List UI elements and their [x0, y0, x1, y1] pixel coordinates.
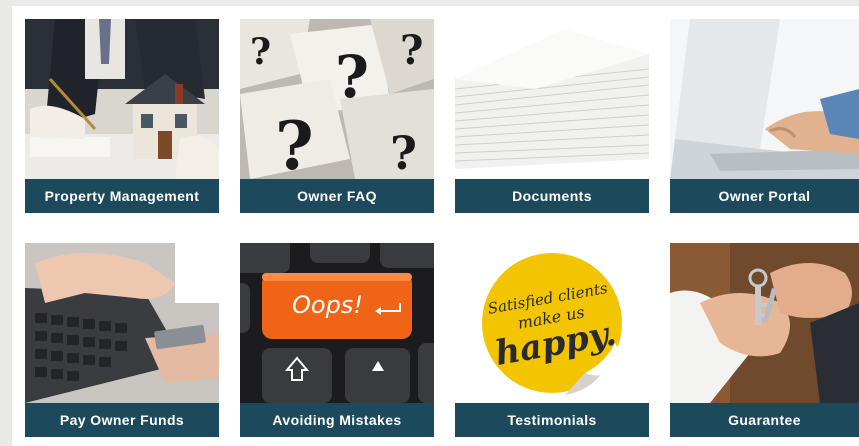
tile-label: Avoiding Mistakes [240, 403, 434, 437]
question-marks-icon: ? ? ? ? ? [240, 19, 434, 179]
tile-documents[interactable]: Documents [455, 19, 649, 213]
svg-text:?: ? [250, 31, 271, 73]
tile-label: Owner FAQ [240, 179, 434, 213]
tile-testimonials[interactable]: Satisfied clients make us happy. Testimo… [455, 243, 649, 437]
oops-key-icon: Oops! [240, 243, 434, 403]
tile-guarantee[interactable]: Guarantee [670, 243, 859, 437]
tile-label: Guarantee [670, 403, 859, 437]
tile-label: Testimonials [455, 403, 649, 437]
tile-label: Documents [455, 179, 649, 213]
tile-owner-portal[interactable]: Owner Portal [670, 19, 859, 213]
svg-text:?: ? [275, 107, 314, 179]
svg-text:?: ? [400, 27, 423, 74]
oops-key-label: Oops! [292, 291, 363, 319]
house-model-icon [25, 19, 219, 179]
keyboard-card-icon [25, 243, 219, 403]
tile-label: Pay Owner Funds [25, 403, 219, 437]
tile-label: Property Management [25, 179, 219, 213]
tile-property-management[interactable]: Property Management [25, 19, 219, 213]
tile-owner-faq[interactable]: ? ? ? ? ? Owner FAQ [240, 19, 434, 213]
svg-text:?: ? [390, 126, 417, 179]
laptop-typing-icon [670, 19, 859, 179]
tile-avoiding-mistakes[interactable]: Oops! Avoiding Mistakes [240, 243, 434, 437]
satisfied-sticker-icon: Satisfied clients make us happy. [455, 243, 649, 403]
svg-text:?: ? [335, 43, 369, 111]
tile-pay-owner-funds[interactable]: Pay Owner Funds [25, 243, 219, 437]
tile-label: Owner Portal [670, 179, 859, 213]
handshake-keys-icon [670, 243, 859, 403]
paper-stack-icon [455, 19, 649, 179]
